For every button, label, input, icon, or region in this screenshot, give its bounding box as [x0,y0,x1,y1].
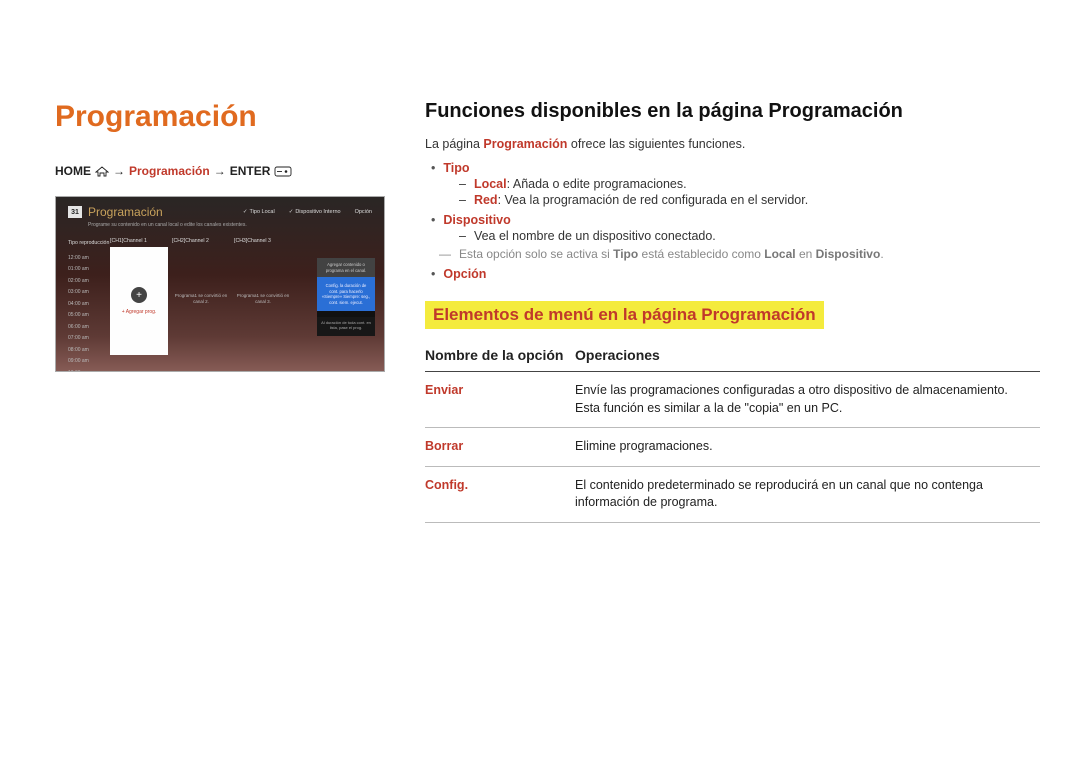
time-column: Tipo reproducción 12:00 am 01:00 am 02:0… [68,238,106,372]
chevron-down-icon [340,311,352,316]
options-table: Nombre de la opción Operaciones Enviar E… [425,341,1040,523]
breadcrumb: HOME → Programación → ENTER [55,164,385,178]
panel-tipo: ✓Tipo Local [243,209,275,215]
page-title: Programación [55,100,385,134]
ch2-header: [CH2]Channel 2 [172,238,230,244]
home-icon [95,164,109,178]
ch1-header: [CH1]Channel 1 [110,238,168,244]
bullet-dispositivo: •Dispositivo [431,213,1040,227]
bc-arrow-2: → [214,164,226,178]
ch3-header: [CH3]Channel 3 [234,238,292,244]
tip-popover: Agregar contenido o programa en el canal… [317,258,375,336]
ch2-text: Programa1 se convirtió en canal 2. [172,293,230,305]
bullet-opcion: •Opción [431,267,1040,281]
sub-section-heading: Elementos de menú en la página Programac… [425,301,824,329]
th-name: Nombre de la opción [425,341,575,372]
panel-dispositivo: ✓Dispositivo Interno [289,209,341,215]
add-program-card[interactable]: + + Agregar prog. [110,247,168,355]
tipo-red-line: ‒ Red: Vea la programación de red config… [459,193,1040,207]
panel-subtitle: Programe su contenido en un canal local … [56,222,384,234]
intro-text: La página Programación ofrece las siguie… [425,137,1040,151]
enter-icon [274,164,292,178]
table-row: Enviar Envíe las programaciones configur… [425,372,1040,428]
ch3-text: Programa1 se convirtió en canal 3. [234,293,292,305]
dispositivo-line: ‒Vea el nombre de un dispositivo conecta… [459,229,1040,243]
bc-enter: ENTER [230,164,271,178]
panel-title: Programación [88,205,163,219]
date-badge: 31 [68,206,82,218]
tv-preview-panel: 31 Programación ✓Tipo Local ✓Dispositivo… [55,196,385,372]
tipo-local-line: ‒ Local: Añada o edite programaciones. [459,177,1040,191]
table-row: Config. El contenido predeterminado se r… [425,466,1040,522]
bullet-tipo: •Tipo [431,161,1040,175]
dispositivo-note: ― Esta opción solo se activa si Tipo est… [439,247,1040,261]
plus-icon: + [131,287,147,303]
bc-arrow-1: → [113,164,125,178]
bc-home: HOME [55,164,91,178]
section-heading: Funciones disponibles en la página Progr… [425,100,1040,123]
table-row: Borrar Elimine programaciones. [425,428,1040,467]
panel-opcion: Opción [355,209,372,215]
th-ops: Operaciones [575,341,1040,372]
bc-middle: Programación [129,164,210,178]
